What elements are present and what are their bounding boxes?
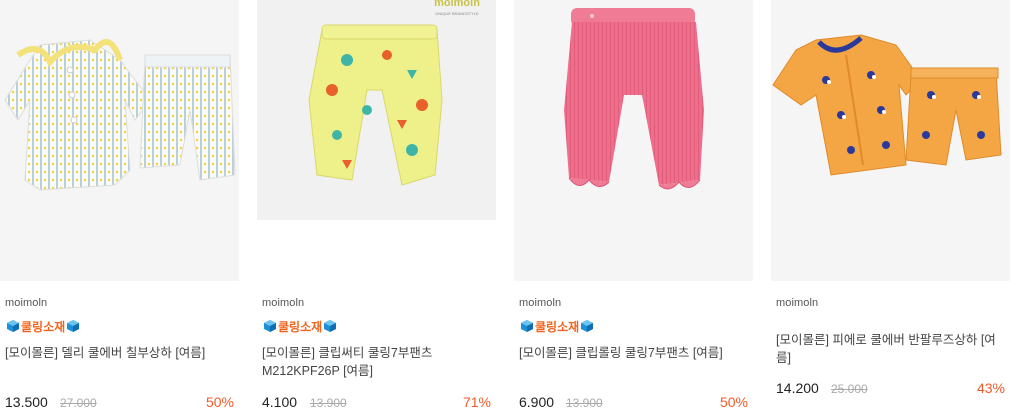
product-card[interactable]: moimoln UNIQUE BRANDSTYLE moimoln 쿨링소재 [… <box>257 0 496 415</box>
product-image[interactable] <box>771 0 1010 281</box>
product-title[interactable]: [모이몰른] 클립롤링 쿨링7부팬츠 [여름] <box>519 344 749 362</box>
image-logo: moimoln <box>434 0 480 9</box>
cube-icon <box>7 320 19 332</box>
price-row: 6.900 13.900 50% <box>519 394 748 412</box>
product-image[interactable] <box>514 0 753 281</box>
sale-price: 6.900 <box>519 394 555 410</box>
cooling-material-badge: 쿨링소재 <box>5 318 81 334</box>
original-price: 13.900 <box>566 396 603 410</box>
cube-icon <box>521 320 533 332</box>
cooling-material-badge: 쿨링소재 <box>519 318 595 334</box>
striped-baby-set-image <box>0 0 239 281</box>
badge-label: 쿨링소재 <box>278 319 323 334</box>
cooling-material-badge: 쿨링소재 <box>262 318 338 334</box>
cube-icon <box>67 320 80 332</box>
original-price: 27.000 <box>60 396 97 410</box>
brand-name[interactable]: moimoln <box>519 297 561 309</box>
brand-name[interactable]: moimoln <box>262 297 304 309</box>
product-title[interactable]: [모이몰른] 클립써티 쿨링7부팬츠 M212KPF26P [여름] <box>262 344 492 380</box>
product-title[interactable]: [모이몰른] 피에로 쿨에버 반팔루즈상하 [여름] <box>776 331 1006 367</box>
original-price: 25.000 <box>831 382 868 396</box>
cube-icon <box>324 320 337 332</box>
badge-label: 쿨링소재 <box>21 319 66 334</box>
product-title[interactable]: [모이몰른] 델리 쿨에버 칠부상하 [여름] <box>5 344 235 362</box>
price-row: 13.500 27.000 50% <box>5 394 234 412</box>
discount-rate: 50% <box>719 394 748 410</box>
yellow-pants-image: moimoln UNIQUE BRANDSTYLE <box>257 0 496 220</box>
badge-label: 쿨링소재 <box>535 319 580 334</box>
discount-rate: 50% <box>205 394 234 410</box>
brand-name[interactable]: moimoln <box>5 297 47 309</box>
cube-icon <box>264 320 276 332</box>
discount-rate: 43% <box>976 380 1005 396</box>
sale-price: 14.200 <box>776 380 819 396</box>
sale-price: 4.100 <box>262 394 298 410</box>
product-card[interactable]: moimoln 쿨링소재 [모이몰른] 클립롤링 쿨링7부팬츠 [여름] 6.9… <box>514 0 753 415</box>
price-row: 14.200 25.000 43% <box>776 380 1005 398</box>
product-card[interactable]: moimoln [모이몰른] 피에로 쿨에버 반팔루즈상하 [여름] 14.20… <box>771 0 1010 415</box>
product-image[interactable]: moimoln UNIQUE BRANDSTYLE <box>257 0 496 220</box>
original-price: 13.900 <box>310 396 347 410</box>
orange-set-image <box>771 0 1010 281</box>
sale-price: 13.500 <box>5 394 48 410</box>
discount-rate: 71% <box>462 394 491 410</box>
product-card[interactable]: moimoln 쿨링소재 [모이몰른] 델리 쿨에버 칠부상하 [여름] 13.… <box>0 0 239 415</box>
cube-icon <box>581 320 594 332</box>
product-image[interactable] <box>0 0 239 281</box>
pink-pants-image <box>514 0 753 281</box>
brand-name[interactable]: moimoln <box>776 297 818 309</box>
image-logo-sub: UNIQUE BRANDSTYLE <box>435 11 479 16</box>
price-row: 4.100 13.900 71% <box>262 394 491 412</box>
